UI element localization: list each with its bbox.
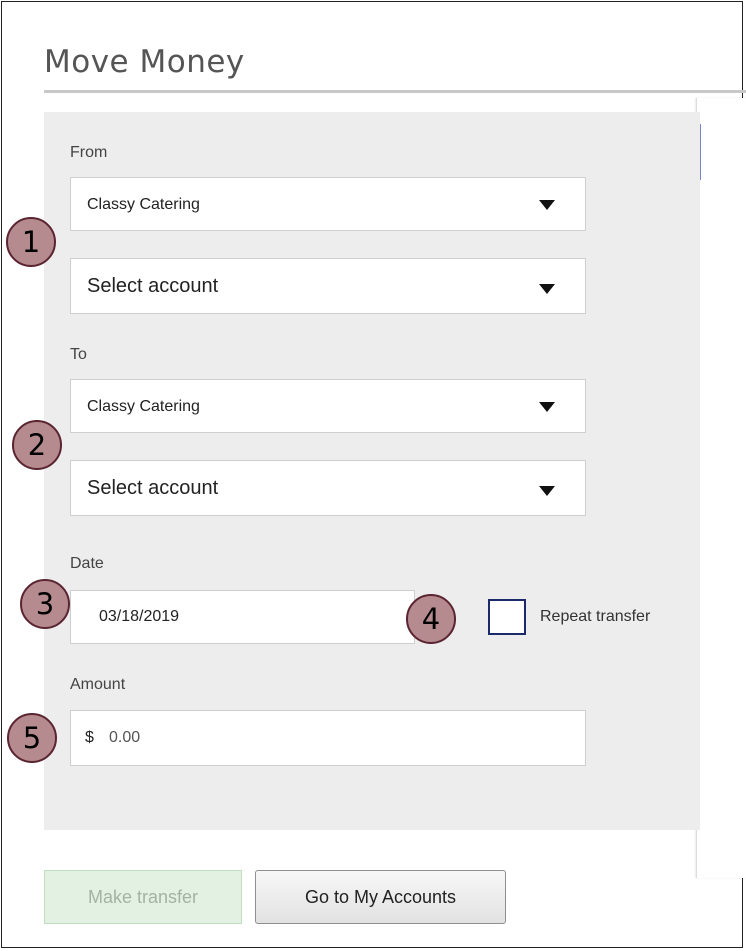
go-to-my-accounts-button[interactable]: Go to My Accounts xyxy=(255,870,506,924)
to-business-value: Classy Catering xyxy=(87,398,200,415)
to-account-value: Select account xyxy=(87,477,219,499)
repeat-transfer-label: Repeat transfer xyxy=(540,608,651,625)
date-value: 03/18/2019 xyxy=(99,608,180,625)
amount-input[interactable]: $ 0.00 xyxy=(70,710,586,766)
side-panel xyxy=(696,98,746,878)
callout-badge: 4 xyxy=(406,594,456,644)
to-business-select[interactable]: Classy Catering xyxy=(70,379,586,433)
chevron-down-icon xyxy=(539,284,555,294)
date-input[interactable]: 03/18/2019 xyxy=(70,590,415,644)
repeat-transfer-checkbox[interactable] xyxy=(488,599,526,635)
amount-value: 0.00 xyxy=(109,729,141,746)
chevron-down-icon xyxy=(539,402,555,412)
currency-symbol: $ xyxy=(85,729,94,746)
callout-badge: 5 xyxy=(7,713,57,763)
from-business-value: Classy Catering xyxy=(87,196,200,213)
amount-label: Amount xyxy=(70,676,126,693)
to-account-select[interactable]: Select account xyxy=(70,460,586,516)
callout-badge: 3 xyxy=(20,579,70,629)
chevron-down-icon xyxy=(539,200,555,210)
title-divider xyxy=(44,90,746,93)
make-transfer-button[interactable]: Make transfer xyxy=(44,870,242,924)
chevron-down-icon xyxy=(539,486,555,496)
callout-badge: 2 xyxy=(12,420,62,470)
page-title: Move Money xyxy=(44,44,245,80)
callout-badge: 1 xyxy=(6,217,56,267)
from-business-select[interactable]: Classy Catering xyxy=(70,177,586,231)
from-label: From xyxy=(70,144,108,161)
to-label: To xyxy=(70,346,87,363)
date-label: Date xyxy=(70,555,104,572)
from-account-value: Select account xyxy=(87,275,219,297)
from-account-select[interactable]: Select account xyxy=(70,258,586,314)
